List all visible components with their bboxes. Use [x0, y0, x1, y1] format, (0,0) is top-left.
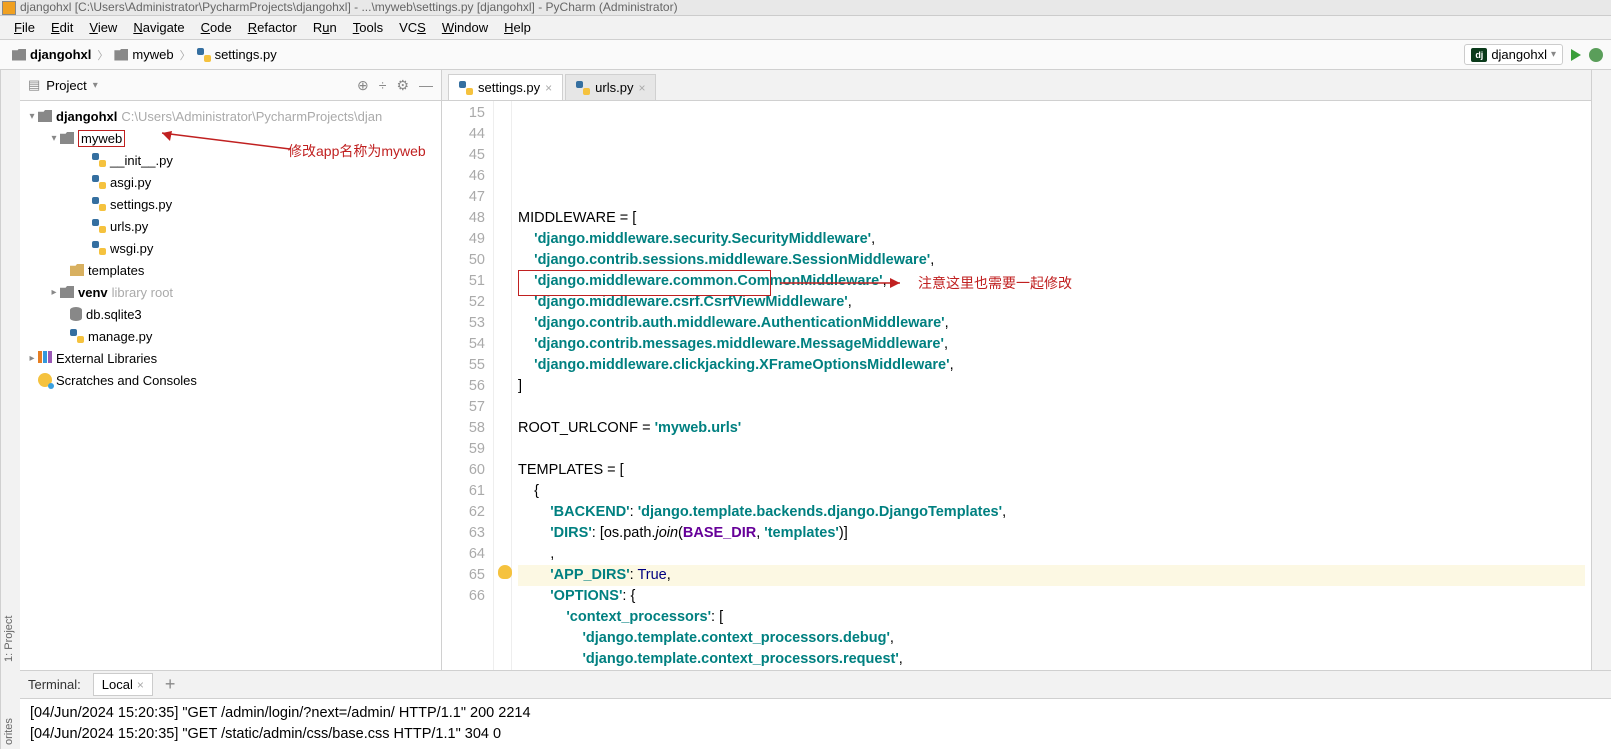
- menu-window[interactable]: Window: [434, 18, 496, 37]
- breadcrumb-project[interactable]: djangohxl: [8, 45, 95, 64]
- annotation-text: 修改app名称为myweb: [288, 141, 426, 161]
- close-icon[interactable]: ×: [137, 678, 144, 692]
- tree-root[interactable]: ▾djangohxlC:\Users\Administrator\Pycharm…: [20, 105, 441, 127]
- menu-navigate[interactable]: Navigate: [125, 18, 192, 37]
- code-body[interactable]: 注意这里也需要一起修改 MIDDLEWARE = [ 'django.middl…: [512, 101, 1591, 670]
- close-icon[interactable]: ×: [545, 81, 552, 95]
- breadcrumb-package[interactable]: myweb: [110, 45, 177, 64]
- code-editor[interactable]: 1544454647484950515253545556575859606162…: [442, 101, 1591, 670]
- terminal-title: Terminal:: [28, 677, 81, 692]
- python-icon: [92, 219, 106, 233]
- folder-icon: [38, 110, 52, 122]
- folder-icon: [60, 132, 74, 144]
- breadcrumb-file[interactable]: settings.py: [193, 45, 281, 64]
- window-title: djangohxl [C:\Users\Administrator\Pychar…: [0, 0, 1611, 16]
- app-icon: [2, 1, 16, 15]
- tree-folder-venv[interactable]: ▸venvlibrary root: [20, 281, 441, 303]
- expand-icon[interactable]: ÷: [379, 77, 387, 94]
- editor-area: settings.py × urls.py × 154445464748495051…: [442, 70, 1591, 670]
- folder-icon: [12, 49, 26, 61]
- terminal-panel: Terminal: Local× + [04/Jun/2024 15:20:35…: [20, 670, 1611, 749]
- fold-gutter[interactable]: [494, 101, 512, 670]
- gear-icon[interactable]: ⚙: [396, 77, 409, 94]
- menu-tools[interactable]: Tools: [345, 18, 391, 37]
- chevron-icon: 〉: [180, 47, 191, 63]
- annotation-text: 注意这里也需要一起修改: [918, 273, 1072, 294]
- django-icon: dj: [1471, 48, 1487, 62]
- menu-run[interactable]: Run: [305, 18, 345, 37]
- python-icon: [92, 175, 106, 189]
- tree-file[interactable]: wsgi.py: [20, 237, 441, 259]
- library-icon: [38, 351, 52, 365]
- project-tree: ▾djangohxlC:\Users\Administrator\Pycharm…: [20, 101, 441, 670]
- python-icon: [197, 48, 211, 62]
- bulb-icon[interactable]: [498, 565, 512, 579]
- project-view-icon: ▤: [28, 77, 40, 93]
- database-icon: [70, 307, 82, 321]
- tree-file[interactable]: settings.py: [20, 193, 441, 215]
- line-number-gutter: 1544454647484950515253545556575859606162…: [442, 101, 494, 670]
- breadcrumb: djangohxl 〉 myweb 〉 settings.py: [8, 45, 281, 64]
- hide-button[interactable]: —: [419, 77, 433, 94]
- python-icon: [92, 197, 106, 211]
- folder-icon: [114, 49, 128, 61]
- chevron-down-icon[interactable]: ▾: [48, 133, 60, 144]
- terminal-tab-local[interactable]: Local×: [93, 673, 153, 696]
- chevron-right-icon[interactable]: ▸: [26, 353, 38, 364]
- menu-bar: File Edit View Navigate Code Refactor Ru…: [0, 16, 1611, 40]
- right-tool-strip[interactable]: [1591, 70, 1611, 670]
- navigation-bar: djangohxl 〉 myweb 〉 settings.py dj djang…: [0, 40, 1611, 70]
- tree-file[interactable]: asgi.py: [20, 171, 441, 193]
- favorites-tool-tab[interactable]: orites: [0, 670, 20, 749]
- project-panel-title: Project: [46, 78, 86, 93]
- close-icon[interactable]: ×: [638, 81, 645, 95]
- menu-help[interactable]: Help: [496, 18, 539, 37]
- project-panel-header: ▤ Project ▾ ⊕ ÷ ⚙ —: [20, 70, 441, 101]
- folder-label: myweb: [78, 130, 125, 147]
- left-tool-strip[interactable]: 1: Project: [0, 70, 20, 670]
- tree-external-libs[interactable]: ▸External Libraries: [20, 347, 441, 369]
- tab-label: settings.py: [478, 80, 540, 95]
- menu-edit[interactable]: Edit: [43, 18, 81, 37]
- add-terminal-button[interactable]: +: [165, 674, 176, 695]
- python-icon: [70, 329, 84, 343]
- tab-urls[interactable]: urls.py ×: [565, 74, 656, 100]
- run-button[interactable]: [1571, 49, 1581, 61]
- chevron-icon: 〉: [97, 47, 108, 63]
- chevron-down-icon[interactable]: ▾: [93, 80, 98, 91]
- locate-icon[interactable]: ⊕: [357, 77, 369, 94]
- highlight-box: [518, 270, 771, 296]
- tab-label: urls.py: [595, 80, 633, 95]
- tree-folder-templates[interactable]: templates: [20, 259, 441, 281]
- tree-file-manage[interactable]: manage.py: [20, 325, 441, 347]
- folder-icon: [70, 264, 84, 276]
- menu-code[interactable]: Code: [193, 18, 240, 37]
- terminal-output[interactable]: [04/Jun/2024 15:20:35] "GET /admin/login…: [20, 699, 1611, 749]
- menu-refactor[interactable]: Refactor: [240, 18, 305, 37]
- scratch-icon: [38, 373, 52, 387]
- menu-file[interactable]: File: [6, 18, 43, 37]
- run-config-label: djangohxl: [1491, 47, 1547, 62]
- menu-view[interactable]: View: [81, 18, 125, 37]
- tab-settings[interactable]: settings.py ×: [448, 74, 563, 100]
- folder-icon: [60, 286, 74, 298]
- menu-vcs[interactable]: VCS: [391, 18, 434, 37]
- python-icon: [92, 241, 106, 255]
- python-icon: [459, 81, 473, 95]
- tree-file-db[interactable]: db.sqlite3: [20, 303, 441, 325]
- project-tool-tab[interactable]: 1: Project: [3, 78, 15, 662]
- tree-file[interactable]: urls.py: [20, 215, 441, 237]
- chevron-down-icon[interactable]: ▾: [26, 111, 38, 122]
- debug-button[interactable]: [1589, 48, 1603, 62]
- editor-tabs: settings.py × urls.py ×: [442, 70, 1591, 101]
- chevron-right-icon[interactable]: ▸: [48, 287, 60, 298]
- python-icon: [92, 153, 106, 167]
- python-icon: [576, 81, 590, 95]
- chevron-down-icon: ▾: [1551, 49, 1556, 60]
- project-panel: ▤ Project ▾ ⊕ ÷ ⚙ — ▾djangohxlC:\Users\A…: [20, 70, 442, 670]
- run-config-selector[interactable]: dj djangohxl ▾: [1464, 44, 1563, 65]
- tree-scratches[interactable]: Scratches and Consoles: [20, 369, 441, 391]
